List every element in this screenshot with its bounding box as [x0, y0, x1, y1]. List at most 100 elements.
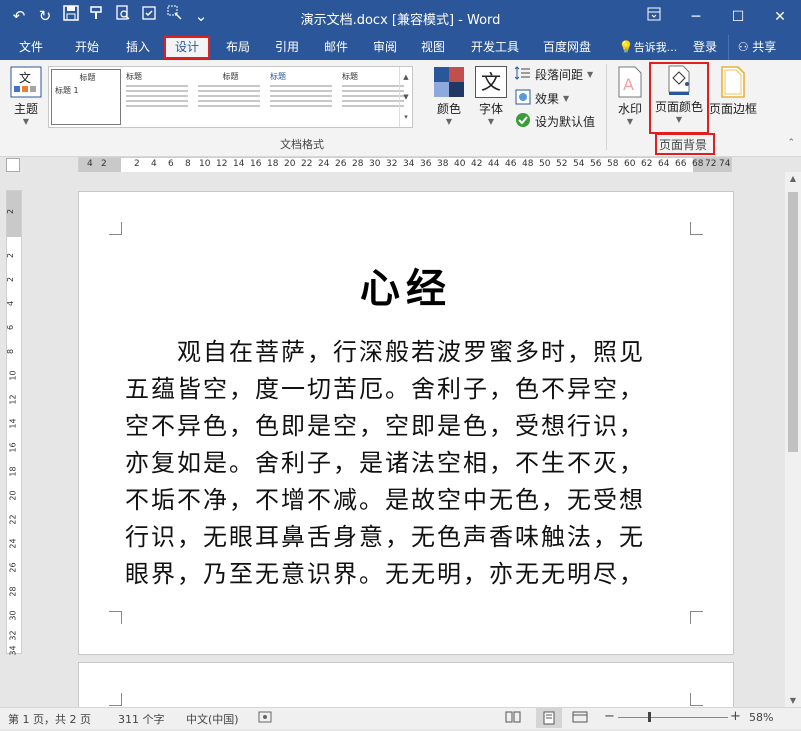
- share-button[interactable]: ⚇ 共享: [728, 35, 785, 60]
- login-link[interactable]: 登录: [688, 35, 722, 60]
- tab-selector[interactable]: [6, 158, 20, 172]
- zoom-level[interactable]: 58%: [749, 711, 773, 724]
- themes-label: 主题: [13, 102, 38, 116]
- tell-me-label: 告诉我...: [633, 41, 678, 54]
- margin-corner: [690, 611, 703, 624]
- zoom-slider[interactable]: [618, 717, 728, 718]
- tab-layout[interactable]: 布局: [215, 35, 261, 60]
- group-separator: [606, 64, 607, 150]
- style-set-thumb[interactable]: 标题: [339, 69, 407, 123]
- watermark-button[interactable]: A 水印 ▼: [614, 66, 646, 126]
- web-layout-icon[interactable]: [572, 711, 588, 726]
- scroll-down-icon[interactable]: ▼: [785, 696, 801, 705]
- thumb-sub: 标题 1: [55, 86, 79, 95]
- ribbon-display-options-icon[interactable]: [633, 0, 675, 35]
- svg-text:文: 文: [19, 70, 31, 85]
- fonts-button[interactable]: 文 字体 ▼: [474, 66, 508, 126]
- restore-button[interactable]: ☐: [717, 0, 759, 35]
- gallery-more-icon[interactable]: ▾: [400, 107, 412, 127]
- close-button[interactable]: ✕: [759, 0, 801, 35]
- tab-developer[interactable]: 开发工具: [464, 35, 526, 60]
- horizontal-ruler[interactable]: 4 2 2 4 6 8 10 12 14 16 18 20 22 24 26 2…: [78, 157, 732, 173]
- vertical-scrollbar[interactable]: ▲ ▼: [785, 172, 801, 707]
- tab-insert[interactable]: 插入: [115, 35, 161, 60]
- chevron-down-icon: ▼: [587, 70, 594, 79]
- read-mode-icon[interactable]: [505, 711, 521, 726]
- zoom-out-button[interactable]: −: [604, 709, 615, 724]
- tab-view[interactable]: 视图: [410, 35, 456, 60]
- watermark-icon: A: [614, 66, 646, 98]
- gallery-scroll[interactable]: ▲ ▼ ▾: [399, 67, 412, 127]
- share-label: 共享: [752, 40, 777, 54]
- thumb-title: 标题: [79, 73, 96, 82]
- minimize-button[interactable]: ─: [675, 0, 717, 35]
- tab-mailings[interactable]: 邮件: [313, 35, 359, 60]
- chevron-down-icon: ▼: [445, 117, 453, 126]
- paragraph-spacing-button[interactable]: 段落间距 ▼: [514, 66, 594, 83]
- scroll-down-icon[interactable]: ▼: [400, 87, 412, 107]
- style-set-thumb[interactable]: 标题: [267, 69, 335, 123]
- vertical-ruler[interactable]: 2 2 2 4 6 8 10 12 14 16 18 20 22 24 26 2…: [6, 190, 22, 656]
- zoom-slider-thumb[interactable]: [648, 712, 651, 722]
- ribbon-tabs: 文件 开始 插入 设计 布局 引用 邮件 审阅 视图 开发工具 百度网盘 💡告诉…: [0, 35, 801, 60]
- style-set-thumb[interactable]: 标题 标题 1: [51, 69, 121, 125]
- page-border-label: 页面边框: [708, 102, 757, 116]
- thumb-title: 标题: [270, 72, 286, 81]
- style-set-thumb[interactable]: 标题: [123, 69, 191, 123]
- tab-review[interactable]: 审阅: [362, 35, 408, 60]
- page-borders-button[interactable]: 页面边框: [707, 66, 759, 117]
- effects-button[interactable]: 效果 ▼: [515, 89, 569, 108]
- paragraph-spacing-label: 段落间距: [535, 68, 584, 82]
- body-text-line: 行识，无眼耳鼻舌身意，无色声香味触法，无: [125, 523, 645, 551]
- tab-references[interactable]: 引用: [264, 35, 310, 60]
- scroll-up-icon[interactable]: ▲: [400, 67, 412, 87]
- style-set-thumb[interactable]: 标题: [195, 69, 263, 123]
- ruler-margin-left: [79, 158, 121, 172]
- set-as-default-button[interactable]: 设为默认值: [515, 112, 595, 131]
- collapse-ribbon-icon[interactable]: ⌃: [787, 138, 795, 148]
- effects-icon: [515, 89, 531, 108]
- style-set-gallery[interactable]: 标题 标题 1 标题 标题 标题 标题 ▲ ▼ ▾: [48, 66, 413, 128]
- language-indicator[interactable]: 中文(中国): [186, 711, 239, 727]
- body-text-line: 眼界，乃至无意识界。无无明，亦无无明尽，: [125, 560, 645, 588]
- margin-corner: [690, 222, 703, 235]
- scrollbar-thumb[interactable]: [788, 192, 798, 452]
- chevron-down-icon: ▼: [487, 117, 495, 126]
- status-bar: 第 1 页，共 2 页 311 个字 中文(中国) − + 58%: [0, 707, 801, 729]
- tab-baidu-netdisk[interactable]: 百度网盘: [536, 35, 598, 60]
- margin-corner: [109, 611, 122, 624]
- chevron-down-icon: ▼: [22, 117, 30, 126]
- page-count[interactable]: 第 1 页，共 2 页: [8, 711, 91, 727]
- body-text-line: 不垢不净，不增不减。是故空中无色，无受想: [125, 486, 645, 514]
- page-border-icon: [717, 66, 749, 98]
- watermark-label: 水印: [617, 102, 642, 116]
- zoom-in-button[interactable]: +: [730, 709, 741, 724]
- document-page[interactable]: 心经 观自在菩萨，行深般若波罗蜜多时，照见 五蕴皆空，度一切苦厄。舍利子，色不异…: [78, 191, 734, 655]
- checkmark-icon: [515, 112, 531, 131]
- highlight-page-background: [655, 133, 715, 155]
- tab-design[interactable]: 设计: [164, 36, 210, 59]
- body-text-line: 亦复如是。舍利子，是诸法空相，不生不灭，: [125, 449, 645, 477]
- highlight-page-color: [649, 62, 709, 134]
- tab-file[interactable]: 文件: [10, 35, 52, 60]
- body-text-line: 五蕴皆空，度一切苦厄。舍利子，色不异空，: [125, 375, 645, 403]
- colors-button[interactable]: 颜色 ▼: [432, 66, 466, 126]
- person-icon: ⚇: [737, 40, 749, 54]
- chevron-down-icon: ▼: [626, 117, 634, 126]
- themes-button[interactable]: 文 主题 ▼: [8, 66, 44, 126]
- themes-icon: 文: [10, 66, 42, 98]
- document-heading: 心经: [360, 265, 452, 312]
- tab-home[interactable]: 开始: [62, 35, 112, 60]
- print-layout-icon[interactable]: [536, 708, 562, 728]
- tell-me-box[interactable]: 💡告诉我...: [612, 35, 684, 60]
- word-count[interactable]: 311 个字: [118, 711, 165, 727]
- document-canvas[interactable]: 心经 观自在菩萨，行深般若波罗蜜多时，照见 五蕴皆空，度一切苦厄。舍利子，色不异…: [0, 172, 785, 724]
- body-text-line: 空不异色，色即是空，空即是色，受想行识，: [125, 412, 645, 440]
- scroll-up-icon[interactable]: ▲: [785, 174, 801, 183]
- lightbulb-icon: 💡: [618, 40, 634, 54]
- thumb-title: 标题: [342, 72, 358, 81]
- group-label-document-formatting: 文档格式: [280, 138, 324, 151]
- macro-record-icon[interactable]: [258, 711, 272, 726]
- fonts-icon: 文: [475, 66, 507, 98]
- thumb-title: 标题: [222, 72, 239, 81]
